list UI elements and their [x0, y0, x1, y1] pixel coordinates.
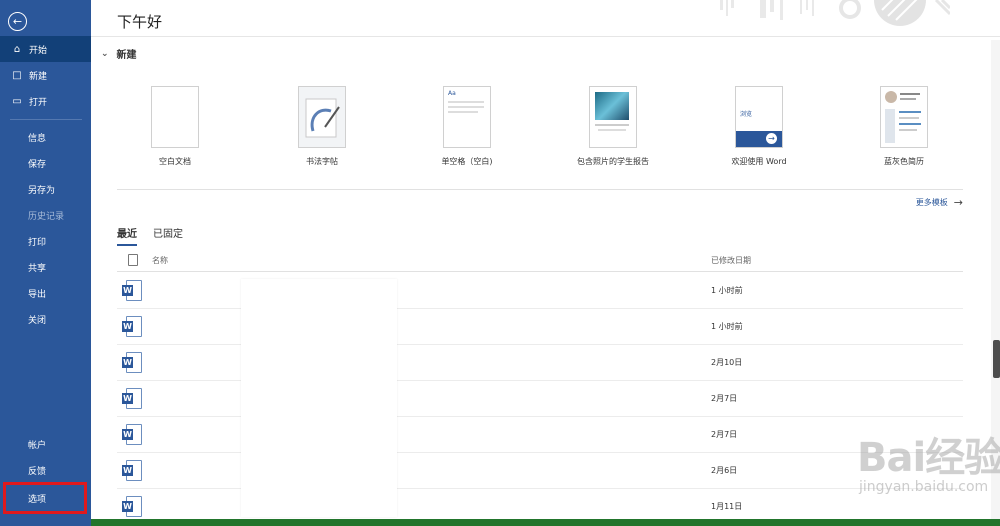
- template-caption: 蓝灰色简历: [884, 157, 924, 166]
- template-student-report[interactable]: 包含照片的学生报告: [548, 86, 678, 167]
- file-modified-date: 1月11日: [711, 502, 743, 511]
- template-caption: 包含照片的学生报告: [577, 157, 649, 166]
- nav-item-label: 帐户: [28, 440, 47, 451]
- nav-item-history: 历史记录: [0, 202, 91, 228]
- arrow-right-icon: →: [953, 196, 963, 209]
- nav-item-feedback[interactable]: 反馈: [0, 457, 91, 483]
- nav-item-close[interactable]: 关闭: [0, 306, 91, 332]
- document-icon: [128, 254, 138, 266]
- tab-pinned[interactable]: 已固定: [153, 225, 183, 246]
- nav-item-home[interactable]: ⌂ 开始: [0, 36, 91, 62]
- taskbar-strip: [91, 519, 1000, 526]
- template-thumb-text: 浏览: [740, 111, 753, 118]
- nav-item-new[interactable]: □ 新建: [0, 62, 91, 88]
- scrollbar-thumb[interactable]: [993, 340, 1000, 378]
- calligraphy-brush-icon: [305, 98, 340, 138]
- nav-item-label: 反馈: [28, 466, 47, 477]
- file-list-header: 名称 已修改日期: [117, 253, 963, 272]
- word-document-icon: W: [122, 280, 142, 301]
- backstage-sidebar: ← ⌂ 开始 □ 新建 ▭ 打开 信息 保存 另存为 历史记录 打印 共享 导出…: [0, 0, 91, 526]
- word-document-icon: W: [122, 316, 142, 337]
- arrow-right-icon: →: [766, 133, 777, 144]
- template-thumbnail: Aa: [443, 86, 491, 148]
- nav-item-save-as[interactable]: 另存为: [0, 176, 91, 202]
- sidebar-divider: [10, 119, 82, 120]
- file-modified-date: 1 小时前: [711, 286, 743, 295]
- watermark-url: jingyan.baidu.com: [859, 479, 989, 495]
- watermark-logo: Bai经验: [857, 435, 1000, 481]
- nav-item-label: 另存为: [28, 185, 56, 196]
- file-modified-date: 2月10日: [711, 358, 743, 367]
- new-section-title: 新建: [116, 50, 137, 61]
- nav-item-print[interactable]: 打印: [0, 228, 91, 254]
- word-document-icon: W: [122, 460, 142, 481]
- new-document-icon: □: [12, 69, 22, 81]
- template-caption: 单空格（空白): [441, 157, 493, 166]
- chevron-down-icon: ⌄: [101, 48, 109, 59]
- nav-item-label: 共享: [28, 263, 47, 274]
- watermark: Bai经验 jingyan.baidu.com: [857, 425, 1000, 495]
- more-templates-label: 更多模板: [915, 198, 948, 207]
- new-section-header[interactable]: ⌄ 新建: [101, 46, 137, 62]
- template-calligraphy[interactable]: 书法字帖: [257, 86, 387, 167]
- template-caption: 欢迎使用 Word: [731, 157, 787, 166]
- backstage-main: 下午好 ⌄ 新建 空白文档 书法字帖 Aa 单空格（空白) 包含照片的学生报告 …: [91, 0, 1000, 526]
- file-modified-date: 2月7日: [711, 394, 738, 403]
- nav-item-info[interactable]: 信息: [0, 124, 91, 150]
- nav-item-label: 打印: [28, 237, 47, 248]
- template-thumbnail: [589, 86, 637, 148]
- nav-item-label: 信息: [28, 133, 47, 144]
- page-title: 下午好: [117, 13, 163, 31]
- nav-item-account[interactable]: 帐户: [0, 431, 91, 457]
- file-modified-date: 2月7日: [711, 430, 738, 439]
- file-modified-date: 2月6日: [711, 466, 738, 475]
- header-decoration: [720, 0, 950, 26]
- template-thumb-text: Aa: [448, 90, 456, 97]
- header-divider: [91, 36, 1000, 37]
- word-document-icon: W: [122, 424, 142, 445]
- template-thumbnail: [298, 86, 346, 148]
- word-document-icon: W: [122, 352, 142, 373]
- redaction-mask: [241, 279, 397, 517]
- more-templates-link[interactable]: 更多模板 →: [916, 196, 963, 209]
- word-document-icon: W: [122, 496, 142, 517]
- word-document-icon: W: [122, 388, 142, 409]
- template-caption: 书法字帖: [306, 157, 338, 166]
- nav-item-export[interactable]: 导出: [0, 280, 91, 306]
- template-caption: 空白文档: [159, 157, 191, 166]
- template-welcome-to-word[interactable]: 浏览 → 欢迎使用 Word: [694, 86, 824, 167]
- tab-recent[interactable]: 最近: [117, 225, 137, 246]
- home-icon: ⌂: [13, 43, 21, 55]
- nav-item-label: 历史记录: [28, 211, 65, 222]
- nav-item-open[interactable]: ▭ 打开: [0, 88, 91, 114]
- nav-item-label: 保存: [28, 159, 47, 170]
- options-highlight-box: [3, 482, 87, 514]
- nav-item-save[interactable]: 保存: [0, 150, 91, 176]
- file-modified-date: 1 小时前: [711, 322, 743, 331]
- template-thumbnail: [880, 86, 928, 148]
- template-thumbnail: [151, 86, 199, 148]
- nav-item-label: 导出: [28, 289, 47, 300]
- nav-item-label: 关闭: [28, 315, 47, 326]
- template-single-spaced[interactable]: Aa 单空格（空白): [402, 86, 532, 167]
- nav-item-share[interactable]: 共享: [0, 254, 91, 280]
- folder-open-icon: ▭: [12, 95, 22, 107]
- nav-item-label: 开始: [29, 45, 48, 56]
- nav-item-label: 打开: [29, 97, 48, 108]
- template-blank-document[interactable]: 空白文档: [110, 86, 240, 167]
- template-thumbnail: 浏览 →: [735, 86, 783, 148]
- file-tabs: 最近 已固定: [117, 225, 199, 246]
- column-modified-date[interactable]: 已修改日期: [711, 255, 751, 266]
- back-arrow-icon[interactable]: ←: [8, 12, 27, 31]
- template-resume[interactable]: 蓝灰色简历: [839, 86, 969, 167]
- section-divider: [117, 189, 963, 190]
- column-name[interactable]: 名称: [152, 255, 168, 266]
- nav-item-label: 新建: [29, 71, 48, 82]
